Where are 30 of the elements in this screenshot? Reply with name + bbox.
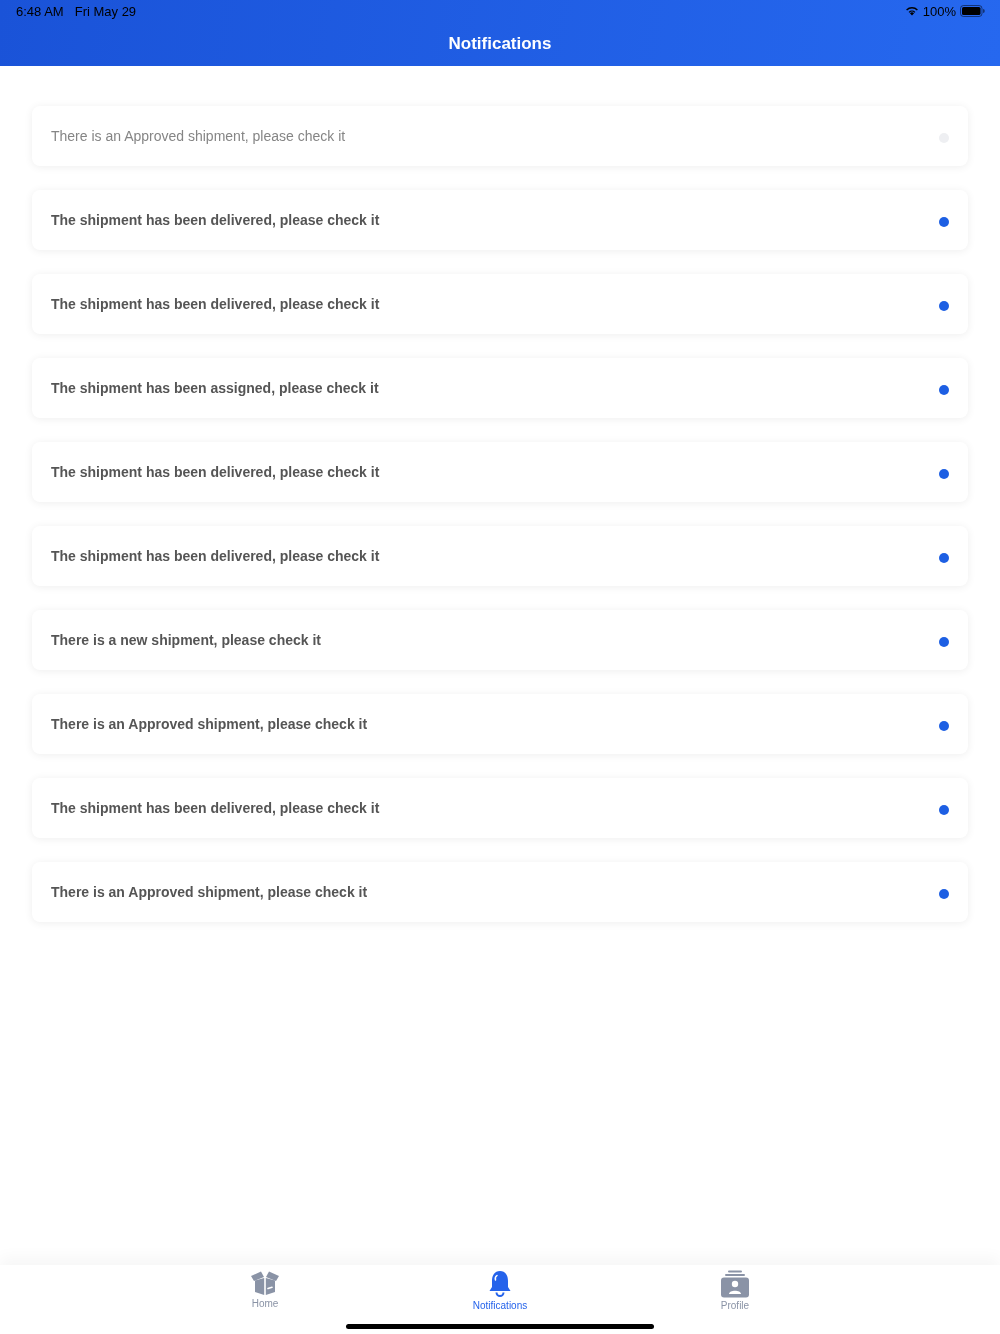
notification-card[interactable]: The shipment has been assigned, please check it (32, 358, 968, 418)
notification-card[interactable]: There is an Approved shipment, please check it (32, 694, 968, 754)
status-time: 6:48 AM (16, 3, 64, 19)
notification-card[interactable]: The shipment has been delivered, please check it (32, 274, 968, 334)
profile-card-icon (720, 1270, 750, 1298)
wifi-icon (904, 6, 919, 16)
notification-card[interactable]: There is a new shipment, please check it (32, 610, 968, 670)
notification-card[interactable]: The shipment has been delivered, please check it (32, 190, 968, 250)
tab-bar-item[interactable]: Notifications (472, 1270, 528, 1312)
notification-message: The shipment has been assigned, please check it (51, 380, 379, 396)
notification-card[interactable]: There is an Approved shipment, please check it (32, 106, 968, 166)
notification-message: The shipment has been delivered, please check it (51, 296, 380, 312)
notification-message: The shipment has been delivered, please check it (51, 548, 380, 564)
notification-message: There is an Approved shipment, please check it (51, 128, 346, 144)
notification-card[interactable]: There is an Approved shipment, please check it (32, 862, 968, 922)
battery-icon (960, 5, 985, 17)
notification-card[interactable]: The shipment has been delivered, please check it (32, 526, 968, 586)
battery-percentage: 100% (922, 3, 956, 19)
notification-message: There is an Approved shipment, please check it (51, 884, 368, 900)
open-box-icon (250, 1270, 280, 1296)
bell-icon (487, 1270, 513, 1298)
notification-message: The shipment has been delivered, please check it (51, 464, 380, 480)
notification-card[interactable]: The shipment has been delivered, please check it (32, 442, 968, 502)
notification-message: The shipment has been delivered, please check it (51, 212, 380, 228)
notification-message: There is an Approved shipment, please check it (51, 716, 368, 732)
status-date: Fri May 29 (74, 3, 137, 19)
notification-message: The shipment has been delivered, please check it (51, 800, 380, 816)
screen-title: Notifications (447, 33, 553, 55)
notification-card[interactable]: The shipment has been delivered, please check it (32, 778, 968, 838)
notification-message: There is a new shipment, please check it (51, 632, 321, 648)
